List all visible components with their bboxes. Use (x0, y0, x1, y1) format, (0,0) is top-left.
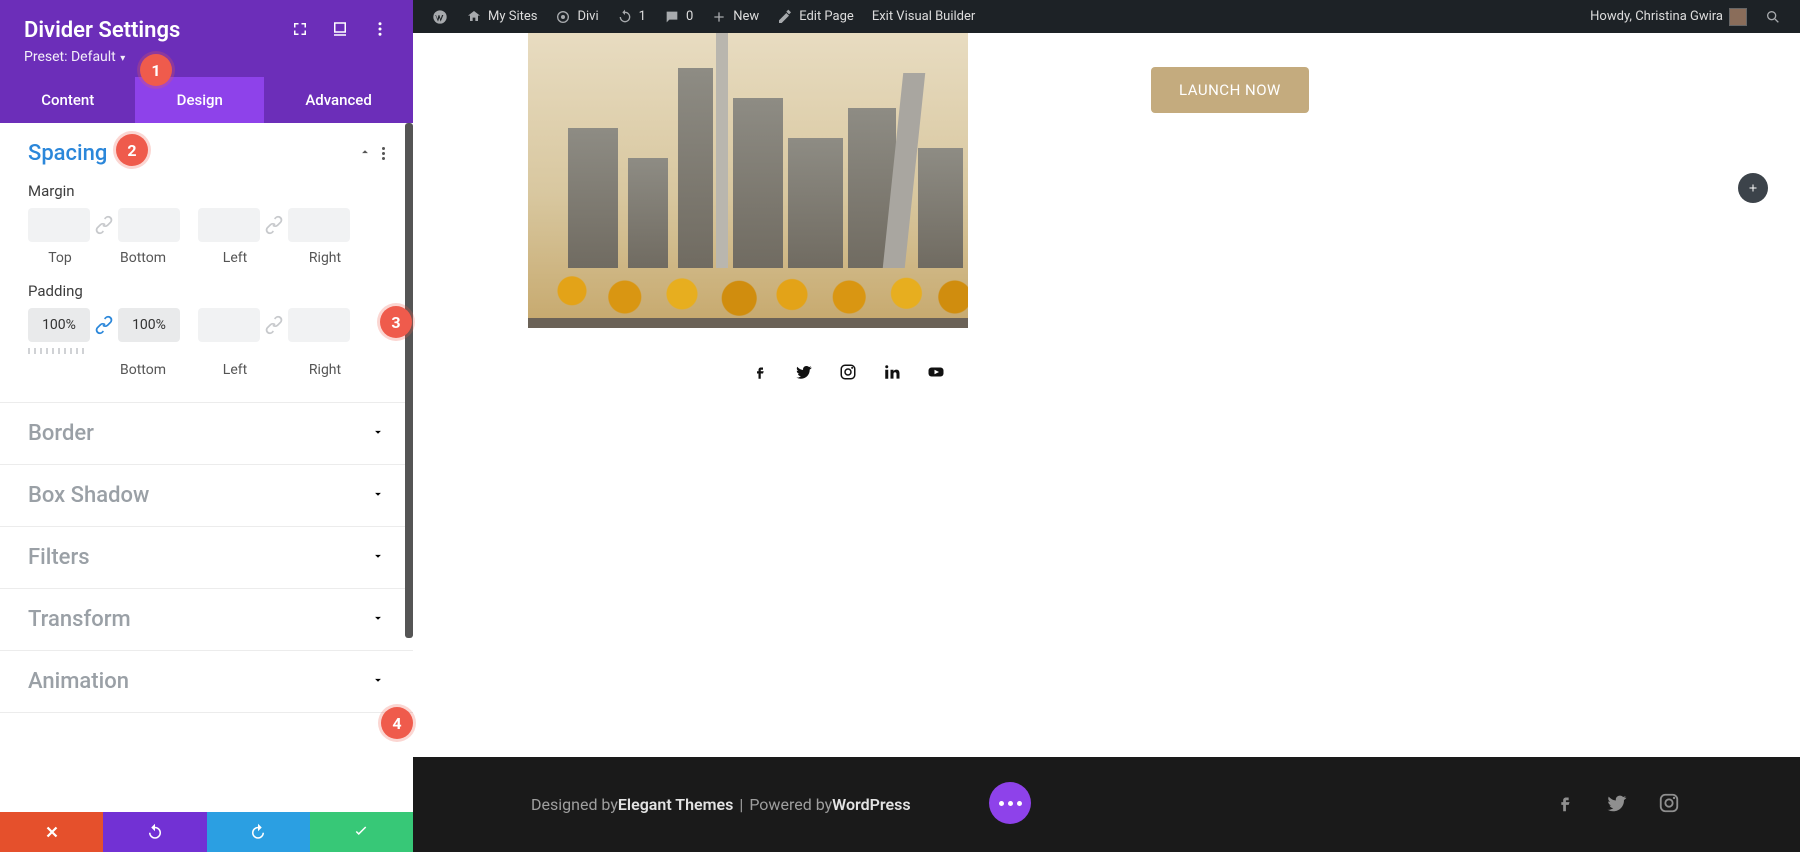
launch-button[interactable]: LAUNCH NOW (1151, 67, 1309, 113)
section-transform: Transform (0, 589, 413, 651)
page-content: LAUNCH NOW Designed by Elegant Themes | … (413, 33, 1800, 852)
instagram-icon[interactable] (1658, 792, 1680, 818)
main-area: My Sites Divi 1 0 New Edit Page Exit Vis… (413, 0, 1800, 852)
label-top: Top (28, 250, 92, 266)
link-icon[interactable] (94, 215, 114, 235)
section-transform-header[interactable]: Transform (28, 607, 385, 632)
label-right: Right (276, 250, 374, 266)
redo-button[interactable] (207, 812, 310, 852)
settings-footer (0, 812, 413, 852)
section-spacing: Spacing Margin (0, 123, 413, 403)
cancel-button[interactable] (0, 812, 103, 852)
settings-tabs: Content Design Advanced (0, 77, 413, 123)
wp-logo[interactable] (423, 9, 457, 25)
expand-icon[interactable] (291, 20, 309, 42)
instagram-icon[interactable] (839, 363, 857, 381)
linkedin-icon[interactable] (883, 363, 901, 381)
section-border-header[interactable]: Border (28, 421, 385, 446)
new[interactable]: New (702, 9, 768, 25)
callout-4: 4 (381, 707, 413, 739)
margin-bottom-input[interactable] (118, 208, 180, 242)
search-icon[interactable] (1756, 9, 1790, 25)
section-spacing-title: Spacing (28, 141, 107, 166)
section-boxshadow-header[interactable]: Box Shadow (28, 483, 385, 508)
sidebar-header: Divider Settings Preset: Default ▾ (0, 0, 413, 77)
howdy-user[interactable]: Howdy, Christina Gwira (1581, 8, 1756, 26)
padding-label: Padding (28, 282, 385, 300)
elegant-themes-link[interactable]: Elegant Themes (618, 795, 734, 814)
callout-2: 2 (116, 134, 148, 166)
exit-visual-builder[interactable]: Exit Visual Builder (863, 9, 984, 24)
comments[interactable]: 0 (655, 9, 702, 25)
avatar (1729, 8, 1747, 26)
footer-text: Designed by (531, 795, 618, 814)
chevron-down-icon (371, 424, 385, 443)
wp-adminbar: My Sites Divi 1 0 New Edit Page Exit Vis… (413, 0, 1800, 33)
section-filters: Filters (0, 527, 413, 589)
callout-1: 1 (140, 54, 172, 86)
scrollbar[interactable] (405, 123, 413, 638)
chevron-down-icon (371, 548, 385, 567)
kebab-icon[interactable] (371, 20, 389, 42)
padding-right-input[interactable] (288, 308, 350, 342)
updates[interactable]: 1 (608, 9, 655, 25)
section-animation-header[interactable]: Animation (28, 669, 385, 694)
facebook-icon[interactable] (1554, 792, 1576, 818)
link-icon[interactable] (264, 315, 284, 335)
callout-3: 3 (380, 306, 412, 338)
label-bottom: Bottom (92, 362, 194, 378)
save-button[interactable] (310, 812, 413, 852)
tab-advanced[interactable]: Advanced (264, 77, 413, 123)
settings-body: Spacing Margin (0, 123, 413, 812)
site-name[interactable]: Divi (546, 9, 607, 25)
margin-left-input[interactable] (198, 208, 260, 242)
tab-content[interactable]: Content (0, 77, 135, 123)
chevron-down-icon (371, 486, 385, 505)
hero-image (528, 33, 968, 328)
facebook-icon[interactable] (751, 363, 769, 381)
range-drag[interactable] (28, 348, 88, 354)
youtube-icon[interactable] (927, 363, 945, 381)
my-sites[interactable]: My Sites (457, 9, 546, 25)
section-boxshadow: Box Shadow (0, 465, 413, 527)
add-section-button[interactable] (1738, 173, 1768, 203)
edit-page[interactable]: Edit Page (768, 9, 863, 25)
settings-title: Divider Settings (24, 18, 180, 43)
undo-button[interactable] (103, 812, 206, 852)
label-left: Left (194, 250, 276, 266)
padding-top-input[interactable] (28, 308, 90, 342)
settings-sidebar: Divider Settings Preset: Default ▾ Conte… (0, 0, 413, 852)
label-bottom: Bottom (92, 250, 194, 266)
social-icons (751, 363, 945, 381)
margin-label: Margin (28, 182, 385, 200)
twitter-icon[interactable] (795, 363, 813, 381)
link-icon[interactable] (264, 215, 284, 235)
site-footer: Designed by Elegant Themes | Powered by … (413, 757, 1800, 852)
label-left: Left (194, 362, 276, 378)
wordpress-link[interactable]: WordPress (832, 795, 910, 814)
preset-selector[interactable]: Preset: Default ▾ (24, 49, 389, 65)
padding-left-input[interactable] (198, 308, 260, 342)
chevron-down-icon (371, 672, 385, 691)
link-icon[interactable] (94, 315, 114, 335)
responsive-icon[interactable] (331, 20, 349, 42)
twitter-icon[interactable] (1606, 792, 1628, 818)
section-spacing-header[interactable]: Spacing (28, 141, 385, 166)
margin-right-input[interactable] (288, 208, 350, 242)
section-animation: Animation (0, 651, 413, 713)
divi-fab[interactable] (989, 782, 1031, 824)
section-kebab-icon[interactable] (382, 147, 385, 160)
padding-bottom-input[interactable] (118, 308, 180, 342)
section-filters-header[interactable]: Filters (28, 545, 385, 570)
chevron-down-icon (371, 610, 385, 629)
label-right: Right (276, 362, 374, 378)
chevron-up-icon (358, 144, 372, 163)
footer-text: Powered by (749, 795, 832, 814)
section-border: Border (0, 403, 413, 465)
margin-top-input[interactable] (28, 208, 90, 242)
